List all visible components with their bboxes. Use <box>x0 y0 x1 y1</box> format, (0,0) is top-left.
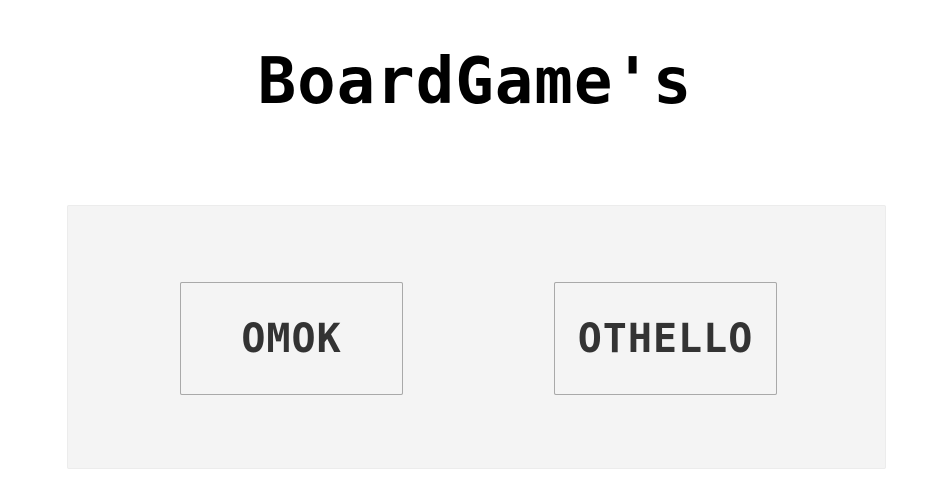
game-select-panel: OMOK OTHELLO <box>67 205 886 469</box>
main-menu-screen: BoardGame's OMOK OTHELLO <box>0 0 950 480</box>
omok-button[interactable]: OMOK <box>180 282 403 395</box>
page-title: BoardGame's <box>257 45 693 119</box>
othello-button[interactable]: OTHELLO <box>554 282 777 395</box>
